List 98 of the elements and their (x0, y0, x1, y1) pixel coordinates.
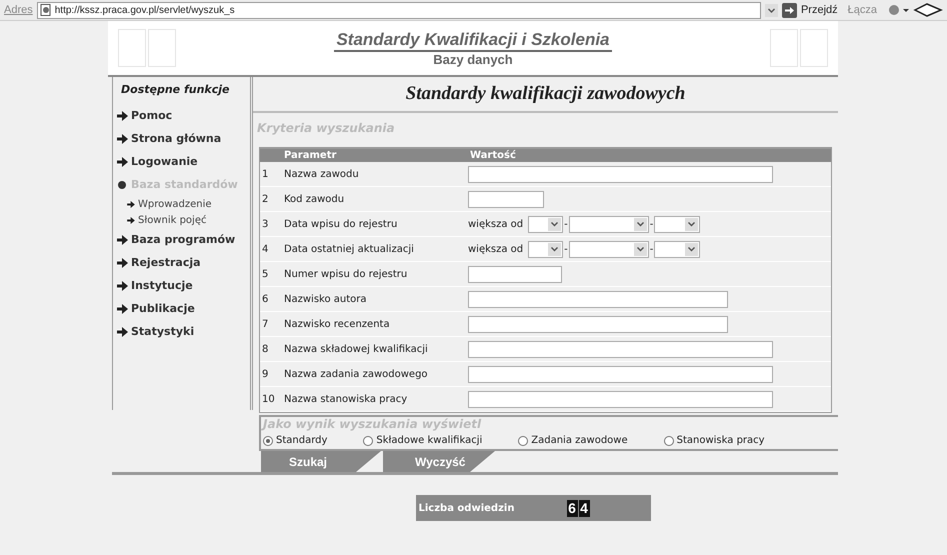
sidebar-item[interactable]: Strona główna (117, 127, 250, 150)
input-field[interactable] (468, 340, 773, 358)
radio-option[interactable]: Standardy (263, 435, 328, 446)
date-select[interactable] (528, 216, 564, 232)
date-select[interactable] (568, 216, 649, 232)
radio-button[interactable] (518, 436, 528, 446)
column-header: Wartość (469, 149, 517, 162)
sidebar-item[interactable]: Instytucje (117, 274, 250, 297)
header-frame (770, 29, 798, 67)
parameter-label: Data ostatniej aktualizacji (283, 244, 415, 254)
row-number: 3 (261, 218, 270, 230)
arrow-bullet-icon (117, 156, 128, 166)
sidebar-item[interactable]: Publikacje (117, 297, 250, 320)
date-select[interactable] (568, 240, 649, 258)
sidebar-item[interactable]: Pomoc (117, 104, 250, 127)
parameter-label: Nazwisko recenzenta (283, 318, 391, 330)
row-number: 5 (261, 268, 270, 280)
row-number: 4 (261, 244, 270, 254)
row-number: 9 (261, 368, 270, 380)
header-frame (148, 29, 176, 67)
date-separator: - (650, 244, 654, 254)
input-field[interactable] (468, 390, 773, 408)
arrow-bullet-icon (117, 326, 128, 336)
counter-digit: 4 (578, 500, 590, 516)
sidebar-item[interactable]: Rejestracja (117, 251, 250, 274)
url-text: http://kssz.praca.gov.pl/servlet/wyszuk_s (54, 4, 235, 16)
chevron-down-icon (551, 246, 558, 252)
arrow-bullet-icon (117, 234, 128, 244)
parameter-label: Nazwa stanowiska pracy (283, 394, 408, 404)
parameter-label: Nazwa zadania zawodowego (283, 368, 429, 380)
date-prefix: większa od (468, 244, 524, 254)
date-select[interactable] (654, 216, 700, 232)
counter-label: Liczba odwiedzin (418, 502, 516, 514)
arrow-bullet-icon (127, 200, 135, 208)
radio-option[interactable]: Stanowiska pracy (664, 435, 765, 446)
header-frame (118, 29, 146, 67)
search-button[interactable]: Szukaj (261, 451, 381, 472)
column-header: Parametr (283, 149, 338, 162)
row-number: 2 (261, 194, 270, 204)
site-title: Standardy Kwalifikacji i Szkolenia (334, 30, 612, 52)
arrow-bullet-icon (117, 304, 128, 314)
toolbar-icon[interactable] (913, 3, 943, 17)
arrow-bullet-icon (117, 280, 128, 290)
sidebar-item[interactable]: Logowanie (117, 150, 250, 173)
radio-option[interactable]: Zadania zawodowe (518, 435, 628, 446)
row-number: 8 (261, 344, 270, 354)
page-title: Standardy kwalifikacji zawodowych (253, 77, 838, 113)
row-number: 6 (261, 294, 270, 304)
input-field[interactable] (468, 316, 728, 332)
clear-button[interactable]: Wyczyść (383, 451, 495, 472)
go-button[interactable]: Przejdź (800, 4, 838, 16)
header-frame (800, 29, 828, 67)
arrow-bullet-icon (127, 216, 135, 224)
date-separator: - (650, 218, 654, 230)
arrow-bullet-icon (117, 258, 128, 268)
input-field[interactable] (468, 290, 728, 308)
parameter-label: Nazwisko autora (283, 294, 368, 304)
page-icon (40, 4, 52, 16)
parameter-label: Data wpisu do rejestru (283, 218, 398, 230)
sidebar-item[interactable]: Baza programów (117, 228, 250, 251)
date-select[interactable] (528, 240, 564, 258)
toolbar-icon[interactable] (887, 3, 909, 17)
counter-digit: 6 (566, 500, 578, 516)
row-number: 10 (261, 394, 276, 404)
dropdown-icon[interactable] (764, 4, 778, 16)
chevron-down-icon (688, 222, 696, 226)
sidebar-item[interactable]: Statystyki (117, 320, 250, 343)
site-subtitle: Bazy danych (433, 52, 513, 66)
parameter-label: Kod zawodu (283, 194, 346, 204)
radio-button[interactable] (664, 436, 674, 446)
chevron-down-icon (636, 246, 644, 252)
chevron-down-icon (551, 222, 558, 226)
address-label: Adres (4, 4, 33, 16)
radio-button[interactable] (363, 436, 374, 446)
arrow-bullet-icon (117, 110, 128, 120)
date-separator: - (564, 218, 568, 230)
chevron-down-icon (636, 222, 644, 226)
parameter-label: Nazwa składowej kwalifikacji (283, 344, 429, 354)
bullet-icon (117, 180, 128, 190)
date-separator: - (564, 244, 568, 254)
date-prefix: większa od (468, 218, 524, 230)
input-field[interactable] (468, 166, 773, 182)
sidebar-subitem[interactable]: Słownik pojęć (117, 212, 250, 228)
radio-button[interactable] (263, 436, 273, 446)
parameter-label: Nazwa zawodu (283, 168, 360, 180)
date-select[interactable] (654, 240, 700, 258)
input-field[interactable] (468, 266, 562, 282)
row-number: 1 (261, 168, 270, 180)
row-number: 7 (261, 318, 270, 330)
arrow-bullet-icon (117, 134, 128, 144)
sidebar-title: Dostępne funkcje (121, 83, 230, 96)
sidebar-subitem[interactable]: Wprowadzenie (117, 196, 250, 212)
address-field[interactable]: http://kssz.praca.gov.pl/servlet/wyszuk_s (36, 2, 761, 18)
parameter-label: Numer wpisu do rejestru (283, 268, 408, 280)
input-field[interactable] (468, 190, 544, 208)
chevron-down-icon (688, 246, 696, 252)
input-field[interactable] (468, 366, 773, 382)
radio-option[interactable]: Składowe kwalifikacji (363, 435, 482, 446)
